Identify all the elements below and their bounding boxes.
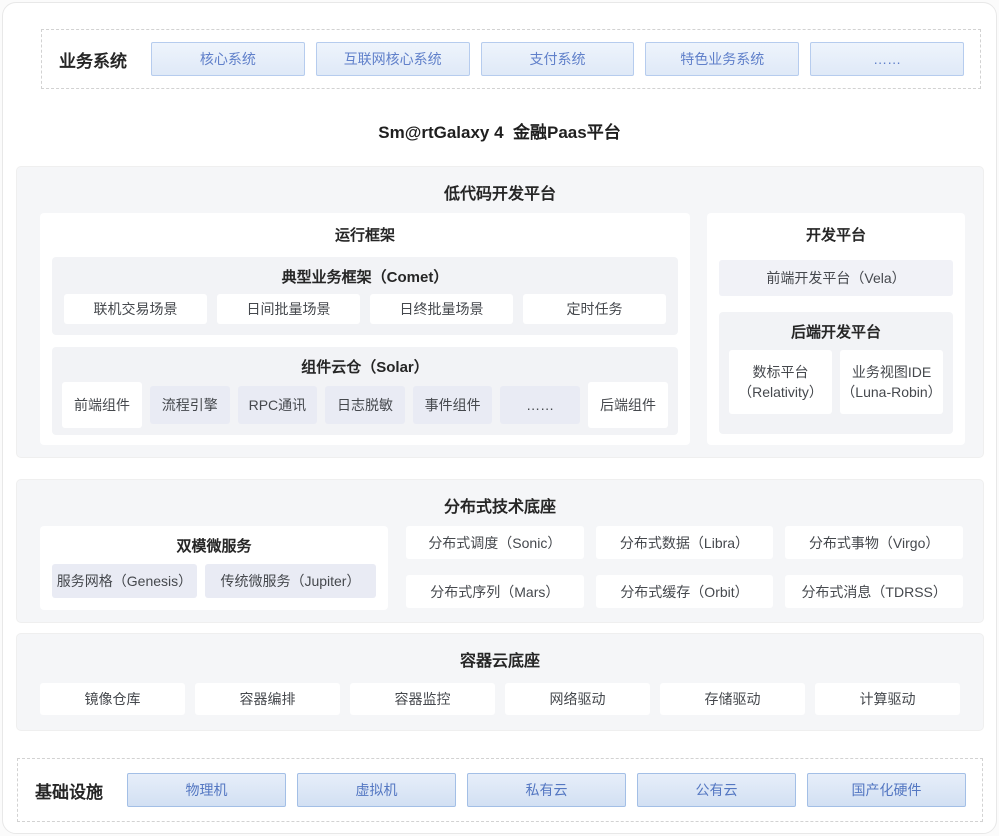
dev-platform-title: 开发平台 — [707, 213, 965, 245]
cloud-item-compute-driver: 计算驱动 — [815, 683, 960, 715]
infra-item-physical-machine: 物理机 — [127, 773, 286, 807]
distributed-item-mars: 分布式序列（Mars） — [406, 575, 584, 608]
distributed-base-title: 分布式技术底座 — [17, 480, 983, 517]
cloud-item-orchestration: 容器编排 — [195, 683, 340, 715]
infra-item-public-cloud: 公有云 — [637, 773, 796, 807]
comet-item-eod-batch: 日终批量场景 — [370, 294, 513, 324]
distributed-item-virgo: 分布式事物（Virgo） — [785, 526, 963, 559]
relativity-line1: 数标平台 — [753, 362, 809, 382]
business-systems-container: 业务系统 核心系统 互联网核心系统 支付系统 特色业务系统 …… — [41, 29, 981, 89]
platform-title: Sm@rtGalaxy 4 金融Paas平台 — [3, 118, 996, 143]
solar-item-rpc: RPC通讯 — [238, 386, 318, 424]
dev-platform-panel: 开发平台 前端开发平台（Vela） 后端开发平台 数标平台 （Relativit… — [707, 213, 965, 445]
business-system-core: 核心系统 — [151, 42, 305, 76]
infra-item-private-cloud: 私有云 — [467, 773, 626, 807]
distributed-base-section: 分布式技术底座 双模微服务 服务网格（Genesis） 传统微服务（Jupite… — [16, 479, 984, 623]
business-system-payment: 支付系统 — [481, 42, 635, 76]
runtime-framework-title: 运行框架 — [40, 213, 690, 245]
backend-dev-group: 后端开发平台 数标平台 （Relativity） 业务视图IDE （Luna-R… — [719, 312, 953, 434]
infra-item-domestic-hardware: 国产化硬件 — [807, 773, 966, 807]
distributed-services-grid: 分布式调度（Sonic） 分布式数据（Libra） 分布式事物（Virgo） 分… — [406, 526, 963, 608]
business-system-ellipsis: …… — [810, 42, 964, 76]
comet-group: 典型业务框架（Comet） 联机交易场景 日间批量场景 日终批量场景 定时任务 — [52, 257, 678, 335]
backend-dev-group-title: 后端开发平台 — [719, 312, 953, 342]
solar-item-backend-components: 后端组件 — [588, 382, 668, 428]
solar-item-event-components: 事件组件 — [413, 386, 493, 424]
distributed-item-orbit: 分布式缓存（Orbit） — [596, 575, 774, 608]
dual-mode-item-genesis: 服务网格（Genesis） — [52, 564, 197, 598]
distributed-item-libra: 分布式数据（Libra） — [596, 526, 774, 559]
relativity-line2: （Relativity） — [738, 382, 823, 402]
vela-frontend-dev-platform: 前端开发平台（Vela） — [719, 260, 953, 296]
container-cloud-title: 容器云底座 — [17, 634, 983, 671]
distributed-item-tdrss: 分布式消息（TDRSS） — [785, 575, 963, 608]
luna-robin-line2: （Luna-Robin） — [841, 382, 941, 402]
container-cloud-items-row: 镜像仓库 容器编排 容器监控 网络驱动 存储驱动 计算驱动 — [40, 683, 960, 715]
comet-item-online-trading: 联机交易场景 — [64, 294, 207, 324]
infrastructure-row: 物理机 虚拟机 私有云 公有云 国产化硬件 — [127, 773, 966, 807]
diagram-card: 业务系统 核心系统 互联网核心系统 支付系统 特色业务系统 …… Sm@rtGa… — [2, 2, 997, 834]
comet-item-intraday-batch: 日间批量场景 — [217, 294, 360, 324]
infrastructure-container: 基础设施 物理机 虚拟机 私有云 公有云 国产化硬件 — [17, 758, 983, 822]
comet-item-scheduled-task: 定时任务 — [523, 294, 666, 324]
runtime-framework-panel: 运行框架 典型业务框架（Comet） 联机交易场景 日间批量场景 日终批量场景 … — [40, 213, 690, 445]
cloud-item-storage-driver: 存储驱动 — [660, 683, 805, 715]
solar-item-log-masking: 日志脱敏 — [325, 386, 405, 424]
cloud-item-image-registry: 镜像仓库 — [40, 683, 185, 715]
solar-group: 组件云仓（Solar） 前端组件 流程引擎 RPC通讯 日志脱敏 事件组件 ……… — [52, 347, 678, 435]
distributed-item-sonic: 分布式调度（Sonic） — [406, 526, 584, 559]
infrastructure-label: 基础设施 — [35, 778, 103, 803]
comet-group-title: 典型业务框架（Comet） — [52, 257, 678, 287]
business-systems-label: 业务系统 — [59, 47, 127, 72]
solar-item-process-engine: 流程引擎 — [150, 386, 230, 424]
infra-item-virtual-machine: 虚拟机 — [297, 773, 456, 807]
solar-item-frontend-components: 前端组件 — [62, 382, 142, 428]
solar-items-row: 前端组件 流程引擎 RPC通讯 日志脱敏 事件组件 …… 后端组件 — [62, 382, 668, 428]
low-code-platform-section: 低代码开发平台 运行框架 典型业务框架（Comet） 联机交易场景 日间批量场景… — [16, 166, 984, 458]
cloud-item-monitoring: 容器监控 — [350, 683, 495, 715]
comet-items-row: 联机交易场景 日间批量场景 日终批量场景 定时任务 — [64, 294, 666, 324]
backend-item-luna-robin: 业务视图IDE （Luna-Robin） — [840, 350, 943, 414]
dual-mode-item-jupiter: 传统微服务（Jupiter） — [205, 564, 376, 598]
business-systems-row: 核心系统 互联网核心系统 支付系统 特色业务系统 …… — [151, 42, 964, 76]
luna-robin-line1: 业务视图IDE — [852, 362, 931, 382]
solar-group-title: 组件云仓（Solar） — [52, 347, 678, 377]
dual-mode-microservice-panel: 双模微服务 服务网格（Genesis） 传统微服务（Jupiter） — [40, 526, 388, 610]
container-cloud-section: 容器云底座 镜像仓库 容器编排 容器监控 网络驱动 存储驱动 计算驱动 — [16, 633, 984, 731]
business-system-internet-core: 互联网核心系统 — [316, 42, 470, 76]
dual-mode-items-row: 服务网格（Genesis） 传统微服务（Jupiter） — [52, 564, 376, 598]
dual-mode-title: 双模微服务 — [40, 526, 388, 556]
business-system-special: 特色业务系统 — [645, 42, 799, 76]
solar-item-ellipsis: …… — [500, 386, 580, 424]
backend-item-relativity: 数标平台 （Relativity） — [729, 350, 832, 414]
low-code-platform-title: 低代码开发平台 — [17, 167, 983, 204]
cloud-item-network-driver: 网络驱动 — [505, 683, 650, 715]
backend-dev-items-row: 数标平台 （Relativity） 业务视图IDE （Luna-Robin） — [729, 350, 943, 414]
